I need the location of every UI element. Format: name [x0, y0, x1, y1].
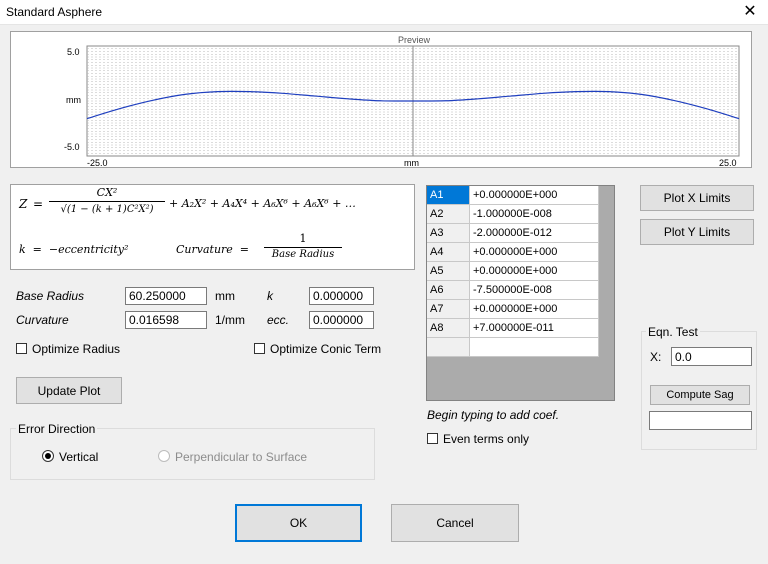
base-radius-label: Base Radius — [16, 289, 85, 303]
ecc-label: ecc. — [267, 313, 290, 327]
x-max-label: 25.0 — [719, 158, 737, 168]
y-unit-label: mm — [66, 95, 81, 105]
x-unit-label: mm — [404, 158, 419, 168]
eqn-k-def: k = −eccentricity² — [19, 243, 129, 256]
preview-panel: Preview 5.0 mm -5.0 -25.0 mm 25.0 — [10, 31, 752, 168]
coef-value-cell[interactable]: +0.000000E+000 — [470, 243, 599, 262]
base-radius-unit: mm — [215, 289, 235, 303]
eqn-curv-num: 1 — [299, 232, 307, 245]
eqn-terms: + A₂X² + A₄X⁴ + A₆X⁶ + A₆X⁶ + … — [169, 197, 356, 210]
sag-result-field — [649, 411, 752, 430]
curvature-input[interactable] — [125, 311, 207, 329]
coef-value-cell[interactable]: -7.500000E-008 — [470, 281, 599, 300]
eqn-denominator: √(1 − (k + 1)C²X²) — [60, 204, 154, 215]
error-direction-title: Error Direction — [16, 422, 98, 436]
plot-y-limits-button[interactable]: Plot Y Limits — [640, 219, 754, 245]
compute-sag-button[interactable]: Compute Sag — [650, 385, 750, 405]
ecc-input[interactable] — [309, 311, 374, 329]
coef-name-cell[interactable]: A3 — [427, 224, 470, 243]
eqn-test-x-input[interactable] — [671, 347, 752, 366]
perpendicular-label: Perpendicular to Surface — [175, 450, 308, 464]
window-title: Standard Asphere — [6, 5, 103, 19]
k-input[interactable] — [309, 287, 374, 305]
vertical-label: Vertical — [59, 450, 99, 464]
y-max-label: 5.0 — [67, 47, 80, 57]
y-min-label: -5.0 — [64, 142, 80, 152]
title-bar — [0, 0, 768, 25]
close-icon[interactable]: ✕ — [738, 2, 762, 22]
eqn-z: Z — [19, 197, 28, 211]
cancel-button[interactable]: Cancel — [391, 504, 519, 542]
optimize-conic-label: Optimize Conic Term — [270, 342, 382, 356]
coef-name-cell[interactable]: A7 — [427, 300, 470, 319]
coef-name-cell[interactable]: A1 — [427, 186, 470, 205]
eqn-curv-den: Base Radius — [271, 249, 335, 260]
coef-value-cell[interactable]: +0.000000E+000 — [470, 300, 599, 319]
coef-hint: Begin typing to add coef. — [427, 408, 560, 422]
coef-new-value-cell[interactable] — [470, 338, 599, 357]
update-plot-button[interactable]: Update Plot — [16, 377, 122, 404]
eqn-test-title: Eqn. Test — [646, 325, 700, 339]
ok-button[interactable]: OK — [235, 504, 362, 542]
curvature-unit: 1/mm — [215, 313, 245, 327]
coefficient-grid[interactable]: A1 +0.000000E+000 A2 -1.000000E-008 A3 -2.000… — [426, 185, 615, 401]
eqn-test-x-label: X: — [650, 350, 662, 364]
x-min-label: -25.0 — [87, 158, 108, 168]
coef-name-cell[interactable]: A4 — [427, 243, 470, 262]
eqn-fraction-bar — [49, 201, 165, 202]
optimize-radius-label: Optimize Radius — [32, 342, 121, 356]
perpendicular-radio[interactable] — [158, 450, 170, 462]
even-terms-label: Even terms only — [443, 432, 530, 446]
preview-chart — [86, 45, 740, 157]
coef-name-cell[interactable]: A5 — [427, 262, 470, 281]
coef-new-name-cell[interactable] — [427, 338, 470, 357]
eqn-curv-lhs: Curvature = — [176, 243, 250, 256]
coef-name-cell[interactable]: A8 — [427, 319, 470, 338]
coef-value-cell[interactable]: +0.000000E+000 — [470, 262, 599, 281]
coef-value-cell[interactable]: +0.000000E+000 — [470, 186, 599, 205]
preview-title: Preview — [398, 35, 431, 45]
curvature-label: Curvature — [16, 313, 69, 327]
eqn-numerator: CX² — [96, 186, 118, 199]
coef-value-cell[interactable]: +7.000000E-011 — [470, 319, 599, 338]
coef-value-cell[interactable]: -1.000000E-008 — [470, 205, 599, 224]
eqn-curv-bar — [264, 247, 342, 248]
coef-value-cell[interactable]: -2.000000E-012 — [470, 224, 599, 243]
eqn-equals: = — [33, 197, 44, 211]
vertical-radio[interactable] — [42, 450, 54, 462]
coef-name-cell[interactable]: A2 — [427, 205, 470, 224]
base-radius-input[interactable] — [125, 287, 207, 305]
even-terms-checkbox[interactable] — [427, 433, 438, 444]
plot-x-limits-button[interactable]: Plot X Limits — [640, 185, 754, 211]
optimize-conic-checkbox[interactable] — [254, 343, 265, 354]
equation-panel: Z = CX² √(1 − (k + 1)C²X²) + A₂X² + A₄X⁴… — [10, 184, 415, 270]
k-label: k — [267, 289, 273, 303]
coef-name-cell[interactable]: A6 — [427, 281, 470, 300]
optimize-radius-checkbox[interactable] — [16, 343, 27, 354]
